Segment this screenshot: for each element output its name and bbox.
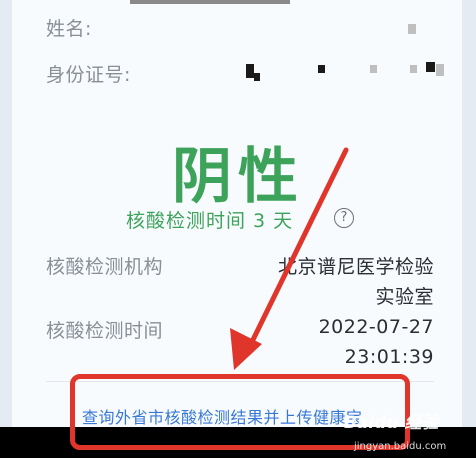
health-code-page: 姓名: 身份证号: 阴性 核酸检测时间 3 天 ? 核酸检测机构 北京谱尼医学检… bbox=[0, 0, 476, 458]
annotation-arrow-icon bbox=[230, 147, 349, 370]
baidu-watermark-url: jingyan.baidu.com bbox=[354, 441, 447, 452]
baidu-watermark-logo: Baidu 经验 bbox=[344, 413, 439, 433]
